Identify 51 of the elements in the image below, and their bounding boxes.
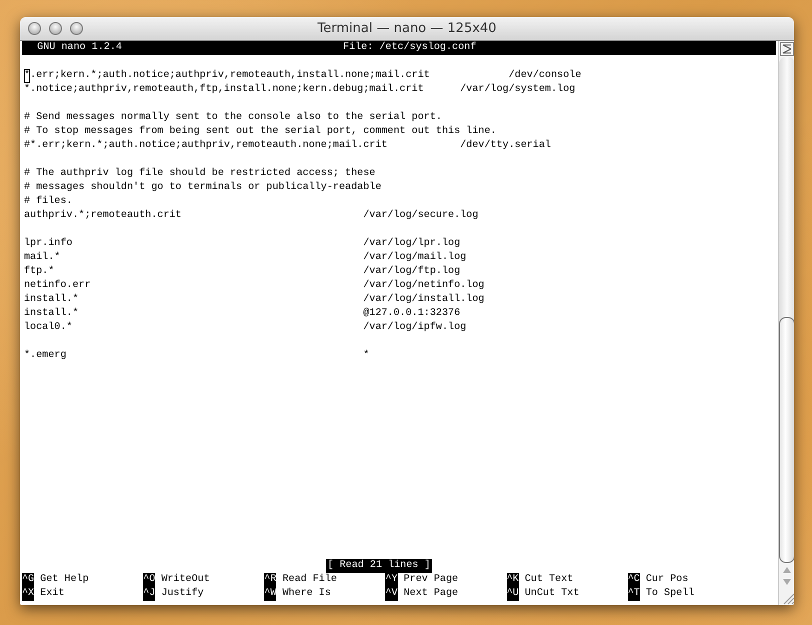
editor-line: *.emerg * — [23, 349, 370, 363]
file-name: File: /etc/syslog.conf — [343, 41, 476, 55]
editor-line: # messages shouldn't go to terminals or publically-readable — [23, 181, 382, 195]
editor-line: # files. — [23, 195, 72, 209]
status-message: [ Read 21 lines ] — [326, 559, 432, 573]
shortcut-label: WriteOut — [160, 573, 210, 587]
shortcut-label: Next Page — [402, 587, 458, 601]
shortcut-label: Read File — [281, 573, 337, 587]
shortcut-key: ^W — [264, 587, 276, 601]
shortcut-key: ^V — [385, 587, 398, 601]
shortcut-key: ^C — [628, 573, 640, 587]
editor-line: netinfo.err /var/log/netinfo.log — [23, 279, 484, 293]
shortcut-key: ^X — [22, 587, 34, 601]
editor-line: install.* /var/log/install.log — [23, 293, 484, 307]
editor-line: ftp.* /var/log/ftp.log — [23, 265, 460, 279]
window-title: Terminal — nano — 125x40 — [318, 21, 496, 36]
shortcut-label: Where Is — [281, 587, 331, 601]
program-version: GNU nano 1.2.4 — [36, 41, 123, 55]
editor-line: mail.* /var/log/mail.log — [23, 251, 466, 265]
scrollbar-thumb[interactable] — [779, 317, 794, 563]
editor-line: # The authpriv log file should be restricted access; these — [23, 167, 376, 181]
shortcut-key: ^T — [628, 587, 640, 601]
shortcut-key: ^K — [506, 573, 519, 587]
editor-line: #*.err;kern.*;auth.notice;authpriv,remoteauth.none;mail.crit /dev/tty.serial — [23, 139, 551, 153]
minimize-button[interactable] — [49, 22, 62, 35]
editor-line: install.* @127.0.0.1:32376 — [23, 307, 460, 321]
editor-line: # To stop messages from being sent out the serial port, comment out this line. — [23, 125, 496, 139]
shortcut-label: UnCut Txt — [524, 587, 580, 601]
shortcut-key: ^G — [22, 573, 34, 587]
editor-line: .err;kern.*;auth.notice;authpriv,remoteauth,install.none;mail.crit /dev/console — [30, 69, 582, 83]
editor-line: authpriv.*;remoteauth.crit /var/log/secure.log — [23, 209, 478, 223]
shortcut-key: ^J — [143, 587, 156, 601]
close-button[interactable] — [28, 22, 41, 35]
shortcut-label: To Spell — [644, 587, 694, 601]
shortcut-label: Cut Text — [524, 573, 574, 587]
shortcut-key: ^U — [506, 587, 519, 601]
shortcut-label: Exit — [39, 587, 64, 601]
shortcut-label: Cur Pos — [644, 573, 688, 587]
shortcut-label: Prev Page — [402, 573, 458, 587]
shortcut-key: ^O — [143, 573, 156, 587]
shortcut-label: Get Help — [39, 573, 89, 587]
zoom-button[interactable] — [70, 22, 83, 35]
editor-line: lpr.info /var/log/lpr.log — [23, 237, 460, 251]
editor-line: # Send messages normally sent to the console also to the serial port. — [23, 111, 442, 125]
editor-line: *.notice;authpriv,remoteauth,ftp,install.none;kern.debug;mail.crit /var/log/system.log — [23, 83, 576, 97]
shortcut-key: ^R — [264, 573, 276, 587]
split-pane-icon[interactable] — [780, 42, 794, 56]
editor-line: local0.* /var/log/ipfw.log — [23, 321, 466, 335]
shortcut-label: Justify — [160, 587, 204, 601]
shortcut-key: ^Y — [385, 573, 398, 587]
text-cursor: * — [24, 69, 30, 83]
